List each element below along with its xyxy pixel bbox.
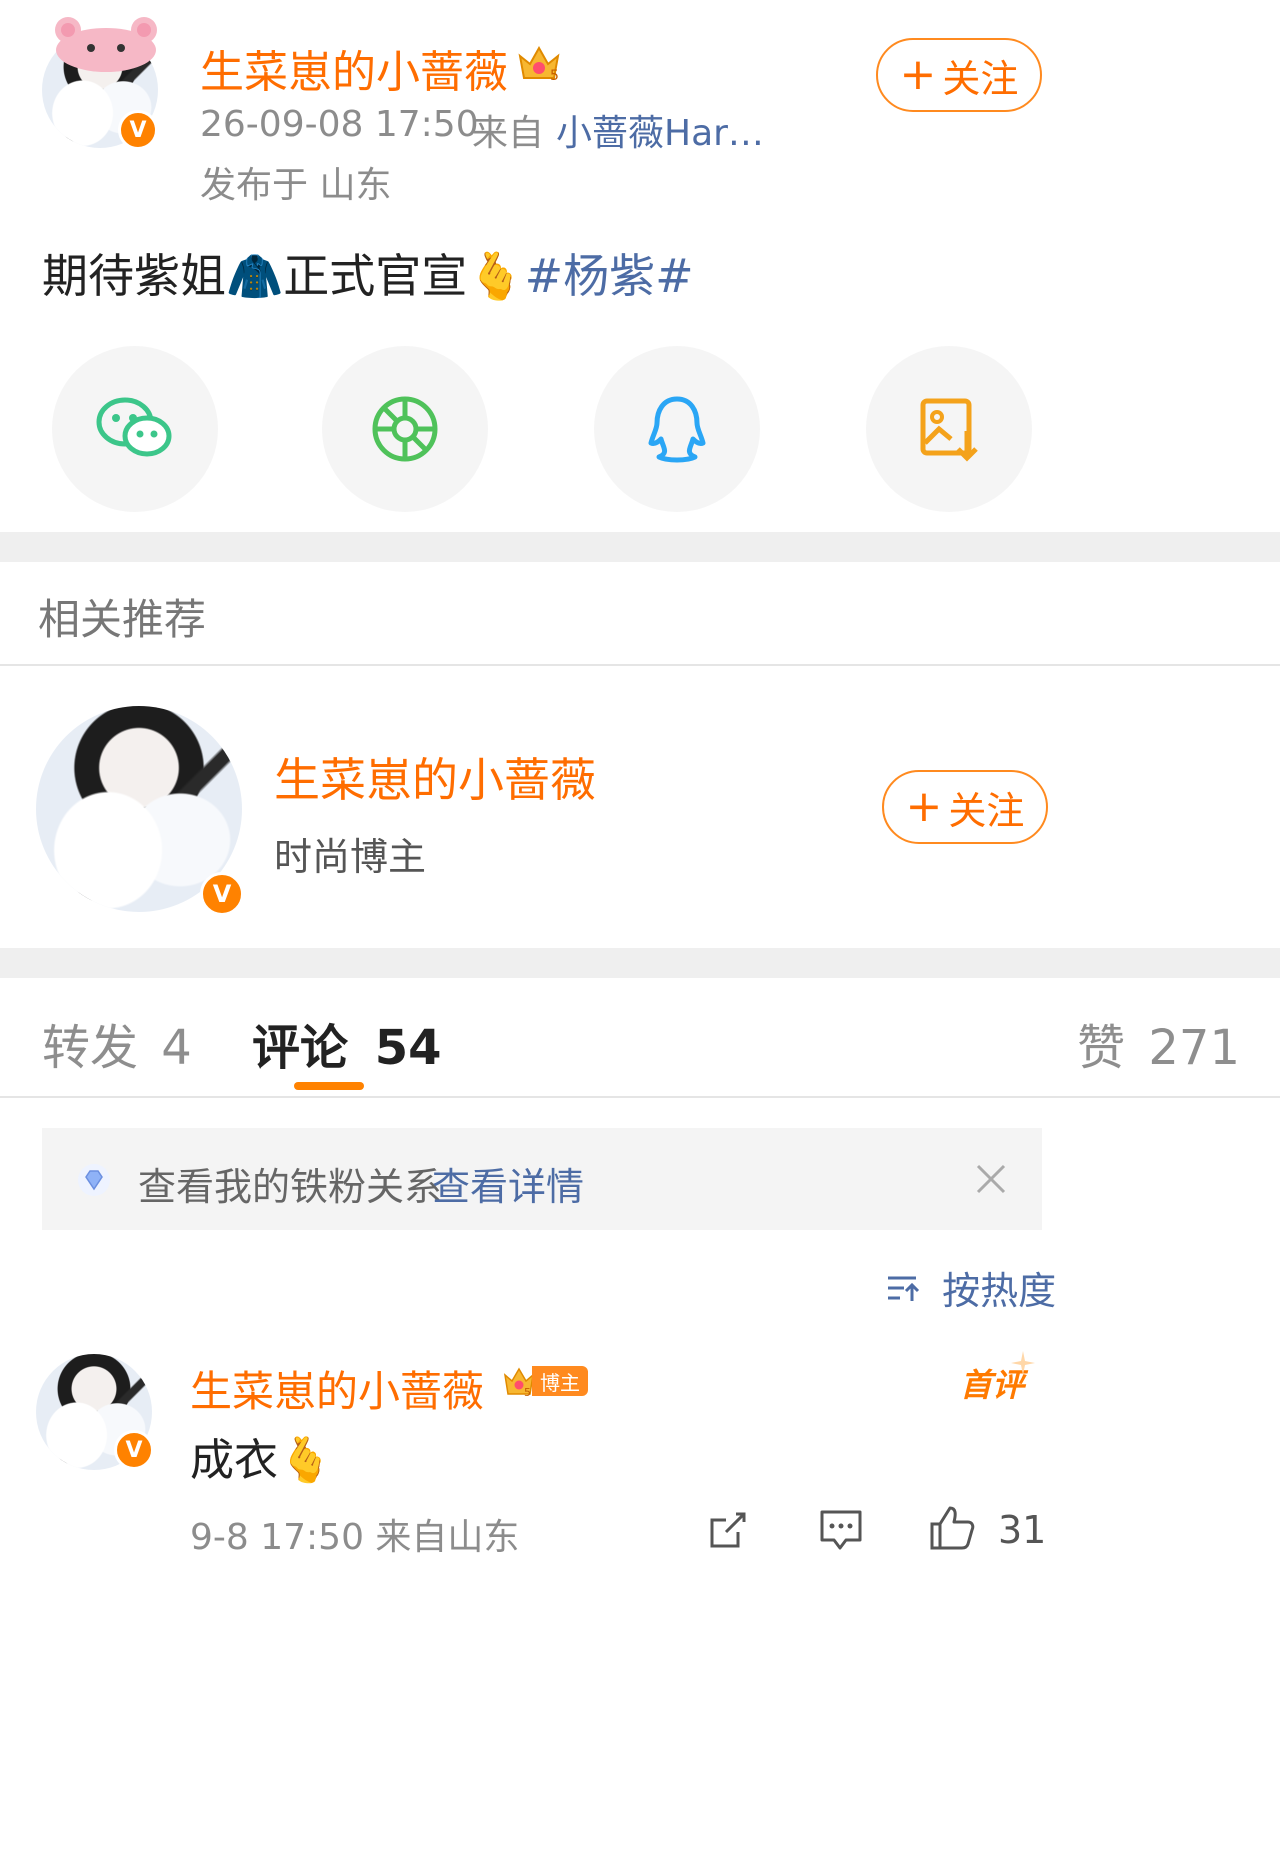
share-moments-button[interactable] (322, 346, 488, 512)
iron-fan-diamond-icon (78, 1164, 110, 1196)
section-divider (0, 532, 1280, 562)
wechat-icon (96, 397, 172, 457)
tab-active-indicator (294, 1082, 364, 1090)
share-wechat-button[interactable] (52, 346, 218, 512)
tab-like-count: 271 (1148, 1020, 1240, 1076)
plus-icon: + (905, 781, 943, 832)
crown-level-icon: 5 (503, 1367, 535, 1398)
close-icon[interactable] (974, 1162, 1008, 1196)
iron-fans-notice[interactable]: 查看我的铁粉关系 查看详情 (42, 1128, 1042, 1230)
blogger-badge: 博主 (532, 1366, 588, 1396)
save-image-icon (920, 398, 978, 462)
section-divider (0, 948, 1280, 978)
tab-comment-label: 评论 (252, 1020, 349, 1076)
sort-icon (888, 1276, 920, 1301)
avatar-frame-decoration (55, 17, 157, 72)
follow-button-label: 关注 (942, 56, 1019, 101)
sort-by-hot-button[interactable]: 按热度 (886, 1260, 1056, 1315)
comment-text: 成衣🫰 (190, 1424, 333, 1488)
post-text-part2: 正式官宣 (283, 249, 468, 303)
comment-author-name[interactable]: 生菜崽的小蔷薇 (190, 1358, 484, 1419)
recommend-follow-button[interactable]: + 关注 (882, 770, 1048, 844)
moments-icon (372, 396, 438, 462)
like-comment-icon[interactable] (928, 1504, 976, 1552)
comment-verified-badge-icon: V (114, 1430, 154, 1470)
tabs-divider (0, 1096, 1280, 1098)
share-comment-icon[interactable] (706, 1508, 750, 1552)
recommend-divider (0, 664, 1280, 666)
tab-comment[interactable]: 评论 54 (252, 1008, 442, 1078)
comment-text-body: 成衣 (190, 1435, 278, 1486)
hands-emoji-icon: 🫰 (278, 1435, 333, 1486)
sparkle-icon (1011, 1351, 1035, 1375)
comment-like-count: 31 (998, 1508, 1047, 1552)
commenter-badge: 5 博主 (502, 1364, 588, 1398)
tab-comment-count: 54 (374, 1020, 442, 1076)
post-timestamp: 26-09-08 17:50 (200, 104, 479, 145)
recommend-name[interactable]: 生菜崽的小蔷薇 (274, 744, 596, 810)
recommend-verified-badge-icon: V (200, 872, 244, 916)
save-image-button[interactable] (866, 346, 1032, 512)
notice-link[interactable]: 查看详情 (432, 1156, 584, 1211)
tab-like[interactable]: 赞 271 (1077, 1008, 1240, 1078)
coat-emoji-icon: 🧥 (226, 249, 284, 303)
post-source-link[interactable]: 小蔷薇Har… (556, 104, 764, 156)
tab-repost[interactable]: 转发 4 (42, 1008, 192, 1078)
hashtag-link[interactable]: #杨紫# (525, 249, 694, 303)
share-qq-button[interactable] (594, 346, 760, 512)
comment-meta: 9-8 17:50 来自山东 (190, 1517, 520, 1558)
post-source-prefix: 来自 (472, 113, 545, 154)
post-location: 发布于 山东 (200, 165, 392, 206)
comment-level-number: 5 (524, 1386, 531, 1398)
follow-button[interactable]: + 关注 (876, 38, 1042, 112)
post-author-name[interactable]: 生菜崽的小蔷薇 (200, 36, 508, 100)
post-text: 期待紫姐🧥正式官宣🫰#杨紫# (42, 240, 694, 306)
tab-repost-label: 转发 (42, 1020, 139, 1076)
tab-like-label: 赞 (1077, 1020, 1126, 1076)
sort-label: 按热度 (942, 1269, 1057, 1313)
crown-level-icon: 5 (518, 45, 560, 84)
tab-repost-count: 4 (161, 1020, 192, 1076)
verified-badge-icon: V (118, 110, 158, 150)
recommend-desc: 时尚博主 (274, 835, 427, 879)
plus-icon: + (899, 49, 937, 100)
crown-level-number: 5 (550, 68, 559, 84)
qq-icon (648, 396, 706, 463)
post-text-part1: 期待紫姐 (42, 249, 226, 303)
recommend-follow-label: 关注 (948, 788, 1025, 833)
recommend-section-title: 相关推荐 (38, 595, 207, 644)
notice-text: 查看我的铁粉关系 (138, 1165, 443, 1209)
hands-emoji-icon: 🫰 (467, 249, 525, 303)
reply-comment-icon[interactable] (818, 1508, 864, 1552)
